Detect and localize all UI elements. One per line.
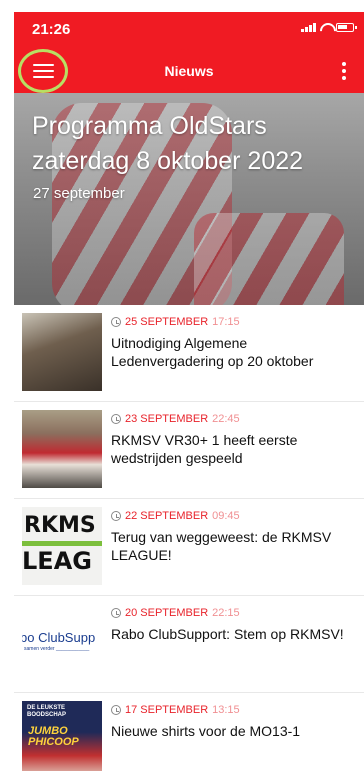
- news-thumbnail: DE LEUKSTE BOODSCHAP JUMBO PHICOOP: [22, 701, 102, 771]
- news-date: 25 SEPTEMBER: [125, 316, 209, 328]
- news-thumbnail: [22, 410, 102, 488]
- news-list: 25 SEPTEMBER 17:15 Uitnodiging Algemene …: [14, 305, 364, 771]
- news-date: 20 SEPTEMBER: [125, 607, 209, 619]
- news-meta: 23 SEPTEMBER 22:45: [111, 413, 240, 425]
- battery-icon: [336, 22, 357, 32]
- news-time: 09:45: [212, 510, 240, 522]
- news-meta: 20 SEPTEMBER 22:15: [111, 607, 240, 619]
- news-thumbnail: [22, 313, 102, 391]
- wifi-icon: [320, 22, 332, 32]
- news-date: 17 SEPTEMBER: [125, 704, 209, 716]
- featured-news-card[interactable]: Programma OldStars zaterdag 8 oktober 20…: [14, 93, 364, 305]
- news-item[interactable]: 23 SEPTEMBER 22:45 RKMSV VR30+ 1 heeft e…: [14, 402, 364, 499]
- news-time: 17:15: [212, 316, 240, 328]
- nav-bar: Nieuws: [14, 46, 364, 93]
- hero-date: 27 september: [33, 185, 125, 202]
- status-time: 21:26: [32, 21, 71, 38]
- news-headline: RKMSV VR30+ 1 heeft eerste wedstrijden g…: [111, 432, 298, 466]
- news-headline: Rabo ClubSupport: Stem op RKMSV!: [111, 626, 344, 642]
- news-meta: 22 SEPTEMBER 09:45: [111, 510, 240, 522]
- clock-icon: [111, 608, 121, 618]
- news-headline: Terug van weggeweest: de RKMSV LEAGUE!: [111, 529, 332, 563]
- clock-icon: [111, 705, 121, 715]
- news-meta: 17 SEPTEMBER 13:15: [111, 704, 240, 716]
- app-frame: 21:26 Nieuws Programma OldStars zaterdag…: [14, 0, 364, 771]
- more-vertical-icon[interactable]: [341, 62, 347, 80]
- news-time: 22:15: [212, 607, 240, 619]
- news-item[interactable]: RKMS LEAG 22 SEPTEMBER 09:45 Terug van w…: [14, 499, 364, 596]
- clock-icon: [111, 511, 121, 521]
- news-date: 23 SEPTEMBER: [125, 413, 209, 425]
- news-thumbnail: bo ClubSupp samen verder ____________: [22, 604, 102, 682]
- news-time: 22:45: [212, 413, 240, 425]
- nav-title: Nieuws: [164, 63, 214, 79]
- news-headline: Nieuwe shirts voor de MO13-1: [111, 723, 301, 739]
- signal-icon: [301, 22, 316, 32]
- status-bar: 21:26: [14, 12, 364, 46]
- news-meta: 25 SEPTEMBER 17:15: [111, 316, 240, 328]
- news-date: 22 SEPTEMBER: [125, 510, 209, 522]
- hero-title: Programma OldStars zaterdag 8 oktober 20…: [32, 112, 304, 175]
- status-icons: [301, 22, 357, 32]
- news-item[interactable]: DE LEUKSTE BOODSCHAP JUMBO PHICOOP 17 SEPT…: [14, 693, 364, 771]
- clock-icon: [111, 414, 121, 424]
- news-time: 13:15: [212, 704, 240, 716]
- news-headline: Uitnodiging Algemene Ledenvergadering op…: [111, 335, 314, 369]
- news-thumbnail: RKMS LEAG: [22, 507, 102, 585]
- news-item[interactable]: 25 SEPTEMBER 17:15 Uitnodiging Algemene …: [14, 305, 364, 402]
- clock-icon: [111, 317, 121, 327]
- news-item[interactable]: bo ClubSupp samen verder ____________ 20…: [14, 596, 364, 693]
